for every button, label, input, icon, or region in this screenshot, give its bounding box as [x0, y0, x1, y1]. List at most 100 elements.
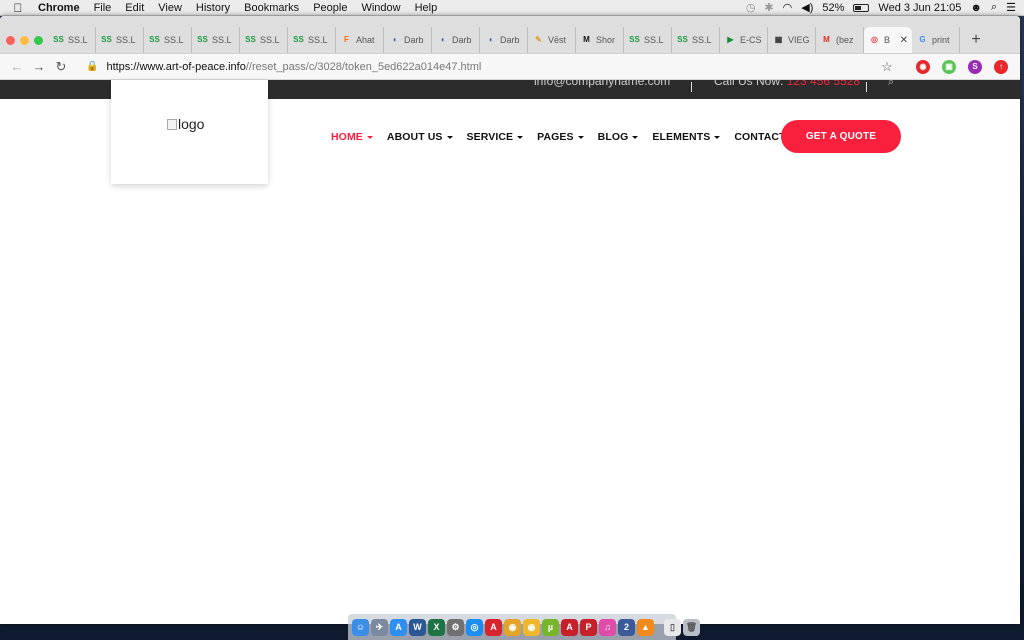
- system-preferences-icon[interactable]: ⚙: [447, 618, 464, 636]
- app-menu-chrome[interactable]: Chrome: [36, 2, 87, 14]
- tab[interactable]: ▶ E-CS: [720, 27, 768, 53]
- document-icon[interactable]: ▯: [664, 618, 681, 636]
- tab[interactable]: SS SS.L: [672, 27, 720, 53]
- caret-down-icon: [577, 135, 584, 139]
- safari-icon[interactable]: ◎: [466, 618, 483, 636]
- nav-blog[interactable]: BLOG: [598, 131, 639, 143]
- ext-green-icon[interactable]: ▣: [942, 59, 956, 74]
- site-search-icon[interactable]: ⌕: [888, 80, 894, 89]
- address-bar[interactable]: 🔒 https://www.art-of-peace.info//reset_p…: [78, 57, 898, 77]
- bookmark-star-icon[interactable]: ☆: [876, 59, 898, 75]
- menu-people[interactable]: People: [306, 2, 354, 14]
- tab[interactable]: ◖ Darb: [384, 27, 432, 53]
- tab[interactable]: ▦ VIEG: [768, 27, 816, 53]
- wifi-icon[interactable]: ◠: [783, 1, 793, 14]
- utorrent-icon[interactable]: µ: [542, 618, 559, 636]
- nav-elements[interactable]: ELEMENTS: [652, 131, 721, 143]
- menu-view[interactable]: View: [151, 2, 189, 14]
- tab-label: SS.L: [164, 35, 184, 45]
- tab[interactable]: Gprint: [912, 27, 960, 53]
- reload-button[interactable]: ↻: [50, 59, 72, 75]
- tab-favicon-icon: SS: [629, 35, 640, 44]
- trash-icon[interactable]: 🗑: [683, 618, 700, 636]
- lock-icon[interactable]: 🔒: [86, 61, 98, 72]
- bluetooth-icon[interactable]: ✱: [764, 1, 773, 14]
- tab-label: Vēst: [548, 35, 567, 45]
- tab[interactable]: SS SS.L: [192, 27, 240, 53]
- phone-number[interactable]: 123 456 5528: [787, 80, 860, 88]
- ext-update-icon[interactable]: ↑: [994, 59, 1008, 74]
- menu-history[interactable]: History: [189, 2, 237, 14]
- tab-favicon-icon: SS: [245, 35, 256, 44]
- battery-percent[interactable]: 52%: [822, 2, 844, 14]
- forward-button[interactable]: →: [28, 59, 50, 74]
- clock[interactable]: Wed 3 Jun 21:05: [878, 2, 961, 14]
- broken-image-icon: [167, 118, 177, 130]
- menu-file[interactable]: File: [87, 2, 119, 14]
- menu-window[interactable]: Window: [354, 2, 407, 14]
- call-us: Call Us Now: 123 456 5528: [714, 80, 860, 88]
- tab[interactable]: ◖ Darb: [432, 27, 480, 53]
- new-tab-button[interactable]: +: [964, 27, 988, 53]
- launchpad-icon[interactable]: ✈: [371, 618, 388, 636]
- tab[interactable]: SS SS.L: [144, 27, 192, 53]
- excel-icon[interactable]: X: [428, 618, 445, 636]
- tab[interactable]: SS SS.L: [288, 27, 336, 53]
- ext-red-icon[interactable]: ◉: [916, 59, 930, 74]
- site-logo[interactable]: logo: [167, 116, 204, 132]
- menu-help[interactable]: Help: [408, 2, 445, 14]
- tab[interactable]: M (bez: [816, 27, 864, 53]
- zoom-window-button[interactable]: [34, 36, 43, 45]
- user-icon[interactable]: ☻: [970, 2, 982, 14]
- battery-icon[interactable]: [853, 3, 870, 12]
- tab[interactable]: ✎ Vēst: [528, 27, 576, 53]
- itunes-icon[interactable]: ♫: [599, 618, 616, 636]
- tab[interactable]: SS SS.L: [96, 27, 144, 53]
- tab-favicon-icon: M: [823, 35, 830, 44]
- caret-down-icon: [714, 135, 721, 139]
- pdf-icon[interactable]: P: [580, 618, 597, 636]
- tab[interactable]: F Ahat: [336, 27, 384, 53]
- time-machine-icon[interactable]: ◷: [746, 1, 756, 14]
- acrobat-icon[interactable]: A: [485, 618, 502, 636]
- acrobat-reader-icon[interactable]: A: [561, 618, 578, 636]
- chrome-canary-icon[interactable]: ◉: [523, 618, 540, 636]
- nav-about-us[interactable]: ABOUT US: [387, 131, 453, 143]
- volume-icon[interactable]: ◀): [801, 1, 813, 14]
- caret-down-icon: [517, 135, 524, 139]
- nav-pages[interactable]: PAGES: [537, 131, 584, 143]
- tab-label: E-CS: [740, 35, 762, 45]
- menu-bookmarks[interactable]: Bookmarks: [237, 2, 306, 14]
- tab[interactable]: ◖ Darb: [480, 27, 528, 53]
- url-host: https://www.art-of-peace.info: [106, 60, 246, 73]
- tab[interactable]: M Shor: [576, 27, 624, 53]
- minimize-window-button[interactable]: [20, 36, 29, 45]
- apple-menu-icon[interactable]: : [0, 1, 36, 15]
- back-button[interactable]: ←: [6, 59, 28, 74]
- logo-container[interactable]: logo: [111, 80, 268, 184]
- tabs-container: SS SS.L SS SS.L SS SS.L SS SS.L SS SS.L SS SS.L F Aha…: [48, 27, 960, 53]
- app-store-icon[interactable]: A: [390, 618, 407, 636]
- tab[interactable]: SS SS.L: [240, 27, 288, 53]
- tab-active[interactable]: ◎ B ✕: [864, 27, 912, 53]
- finder-icon[interactable]: ☺: [352, 618, 369, 636]
- close-window-button[interactable]: [6, 36, 15, 45]
- spotlight-icon[interactable]: ⌕: [991, 1, 997, 14]
- window-controls: [6, 36, 48, 45]
- calendar-2-icon[interactable]: 2: [618, 618, 635, 636]
- nav-service[interactable]: SERVICE: [467, 131, 524, 143]
- nav-home[interactable]: HOME: [331, 131, 373, 143]
- profile-avatar[interactable]: S: [968, 59, 982, 74]
- notification-center-icon[interactable]: ☰: [1006, 1, 1016, 14]
- tab[interactable]: SS SS.L: [624, 27, 672, 53]
- contact-email[interactable]: info@companyname.com: [534, 80, 670, 88]
- tab[interactable]: SS SS.L: [48, 27, 96, 53]
- close-tab-icon[interactable]: ✕: [900, 35, 908, 46]
- word-icon[interactable]: W: [409, 618, 426, 636]
- chrome-icon[interactable]: ◉: [504, 618, 521, 636]
- menu-edit[interactable]: Edit: [118, 2, 151, 14]
- nav-contact[interactable]: CONTACT: [734, 131, 785, 143]
- get-a-quote-button[interactable]: GET A QUOTE: [781, 120, 901, 153]
- vlc-icon[interactable]: ▲: [637, 618, 654, 636]
- nav-label: PAGES: [537, 131, 574, 143]
